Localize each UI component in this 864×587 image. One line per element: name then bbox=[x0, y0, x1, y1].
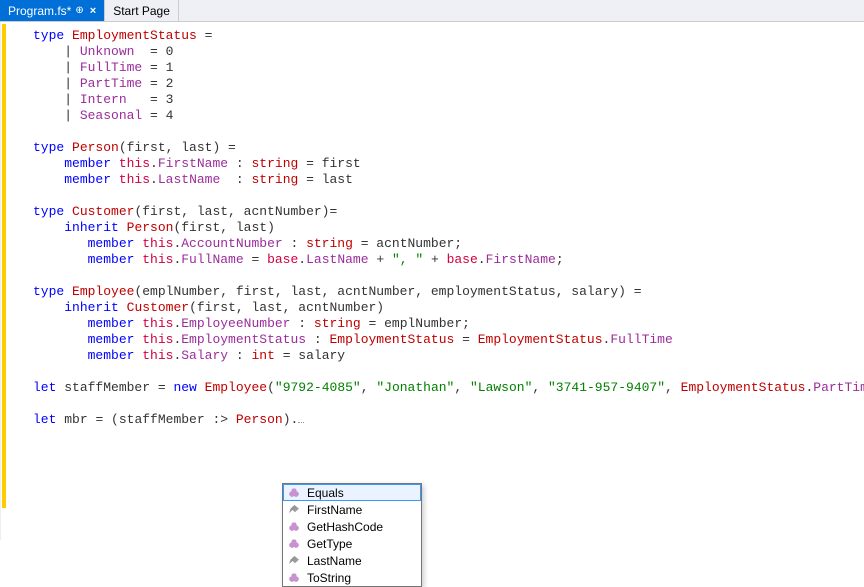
intellisense-item-tostring[interactable]: ToString bbox=[283, 569, 421, 586]
method-icon bbox=[287, 486, 301, 500]
code-content[interactable]: type EmploymentStatus = | Unknown = 0 | … bbox=[1, 22, 864, 540]
intellisense-label: FirstName bbox=[307, 503, 362, 517]
tab-bar: Program.fs* ⊕ × Start Page bbox=[0, 0, 864, 22]
method-icon bbox=[287, 537, 301, 551]
intellisense-item-gettype[interactable]: GetType bbox=[283, 535, 421, 552]
tab-start-page[interactable]: Start Page bbox=[105, 0, 179, 21]
gutter bbox=[0, 22, 1, 540]
property-icon bbox=[287, 554, 301, 568]
intellisense-item-lastname[interactable]: LastName bbox=[283, 552, 421, 569]
intellisense-label: GetType bbox=[307, 537, 352, 551]
cursor bbox=[298, 422, 304, 423]
method-icon bbox=[287, 520, 301, 534]
intellisense-label: ToString bbox=[307, 571, 351, 585]
intellisense-label: GetHashCode bbox=[307, 520, 383, 534]
tab-label: Start Page bbox=[113, 4, 170, 18]
close-icon[interactable]: × bbox=[90, 5, 96, 17]
pin-icon[interactable]: ⊕ bbox=[75, 5, 83, 16]
code-editor[interactable]: type EmploymentStatus = | Unknown = 0 | … bbox=[0, 22, 864, 540]
property-icon bbox=[287, 503, 301, 517]
intellisense-label: LastName bbox=[307, 554, 362, 568]
intellisense-popup[interactable]: Equals FirstName GetHashCode GetType LastNam… bbox=[282, 483, 422, 587]
intellisense-item-gethashcode[interactable]: GetHashCode bbox=[283, 518, 421, 535]
method-icon bbox=[287, 571, 301, 585]
change-indicator bbox=[2, 24, 6, 508]
intellisense-item-equals[interactable]: Equals bbox=[283, 484, 421, 501]
intellisense-label: Equals bbox=[307, 486, 344, 500]
tab-label: Program.fs* bbox=[8, 4, 71, 18]
intellisense-item-firstname[interactable]: FirstName bbox=[283, 501, 421, 518]
tab-program-fs[interactable]: Program.fs* ⊕ × bbox=[0, 0, 105, 21]
